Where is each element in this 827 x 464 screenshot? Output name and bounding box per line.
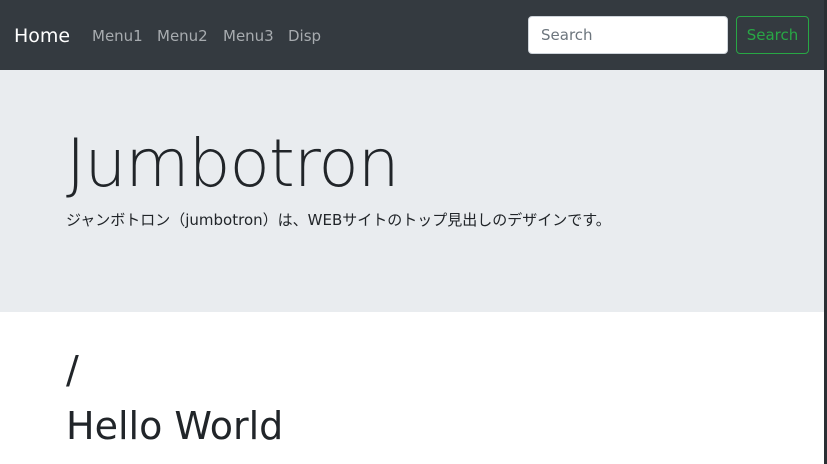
page: Home Menu1 Menu2 Menu3 Disp Search Jumbo… — [0, 0, 827, 464]
search-input[interactable] — [528, 16, 728, 54]
nav-link-menu3[interactable]: Menu3 — [223, 26, 274, 46]
search-button[interactable]: Search — [736, 16, 809, 54]
navbar: Home Menu1 Menu2 Menu3 Disp Search — [0, 0, 824, 70]
nav-link-menu1[interactable]: Menu1 — [92, 26, 143, 46]
content-heading: Hello World — [66, 404, 284, 448]
content-slash-heading: / — [66, 348, 79, 392]
brand-home-link[interactable]: Home — [14, 23, 70, 49]
nav-link-menu2[interactable]: Menu2 — [157, 26, 208, 46]
jumbotron-title: Jumbotron — [66, 125, 400, 202]
jumbotron-lead: ジャンボトロン（jumbotron）は、WEBサイトのトップ見出しのデザインです… — [66, 211, 611, 229]
jumbotron: Jumbotron ジャンボトロン（jumbotron）は、WEBサイトのトップ… — [0, 70, 824, 312]
nav-link-disp[interactable]: Disp — [288, 26, 321, 46]
